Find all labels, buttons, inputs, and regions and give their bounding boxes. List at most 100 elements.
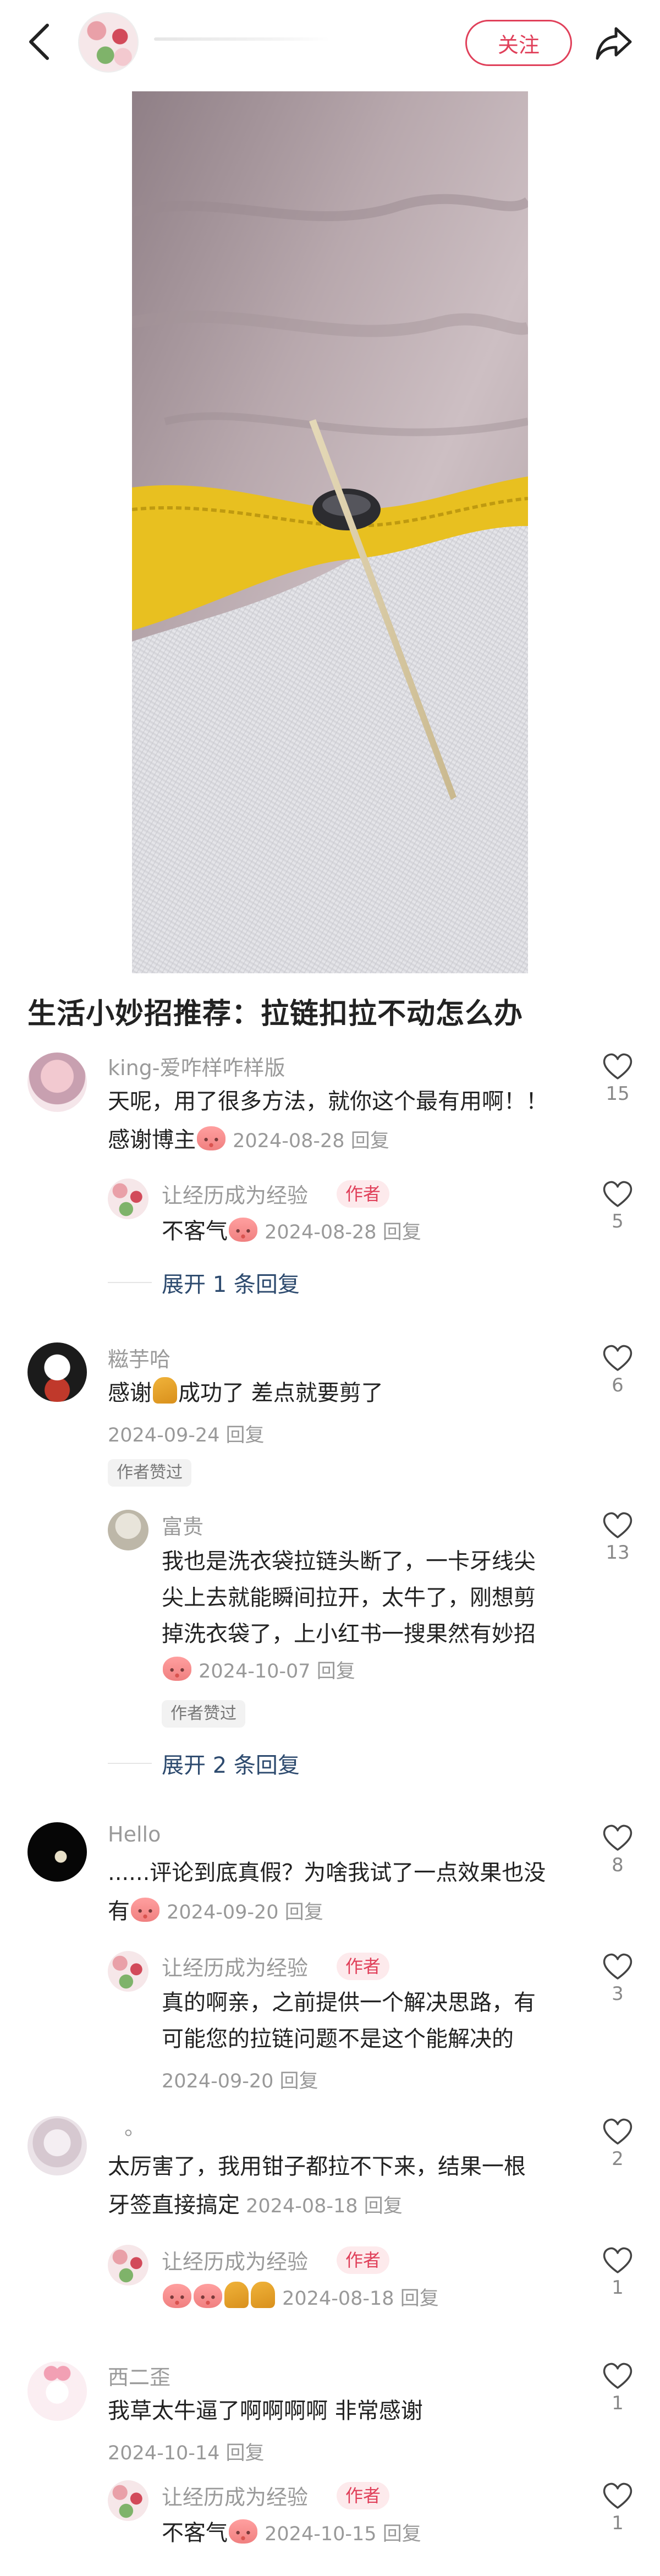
- reply-link[interactable]: 回复: [317, 1660, 355, 1682]
- author-liked-badge: 作者赞过: [162, 1700, 245, 1728]
- heart-icon: [603, 2363, 632, 2389]
- like-button[interactable]: 1: [596, 2481, 640, 2534]
- reply-date: 2024-10-15: [265, 2523, 377, 2545]
- author-avatar[interactable]: [78, 12, 139, 73]
- reply-link[interactable]: 回复: [280, 2070, 318, 2092]
- like-button[interactable]: 6: [596, 1344, 640, 1396]
- smiling-face-icon: [163, 2284, 191, 2308]
- reply-text: 尖上去就能瞬间拉开，太牛了，刚想剪: [162, 1585, 536, 1610]
- reply-link[interactable]: 回复: [226, 2442, 265, 2464]
- comment-date: 2024-09-20: [167, 1901, 279, 1923]
- chevron-left-icon: [29, 24, 49, 60]
- commenter-avatar[interactable]: [28, 2361, 87, 2421]
- author-reply-avatar[interactable]: [108, 1179, 148, 1219]
- expand-replies-button[interactable]: 展开 1 条回复: [162, 1267, 300, 1298]
- commenter-avatar[interactable]: [28, 1053, 87, 1112]
- author-badge: 作者: [337, 1953, 390, 1980]
- heart-icon: [603, 1824, 632, 1851]
- comment-text-line: 有 2024-09-20 回复: [108, 1898, 323, 1924]
- like-count: 1: [612, 2277, 624, 2299]
- comment-text: 太厉害了，我用钳子都拉不下来，结果一根: [108, 2154, 526, 2179]
- comment-meta: 2024-10-14 回复: [108, 2437, 265, 2465]
- like-count: 15: [606, 1083, 630, 1105]
- back-button[interactable]: [23, 21, 56, 63]
- reply-text-line: 2024-08-18 回复: [162, 2280, 439, 2316]
- comment-text-line: 感谢博主 2024-08-28 回复: [108, 1126, 389, 1153]
- share-button[interactable]: [593, 22, 635, 64]
- author-reply-avatar[interactable]: [108, 2245, 148, 2285]
- comment-text: 我草太牛逼了啊啊啊啊 非常感谢: [108, 2398, 423, 2424]
- reply-user-name[interactable]: 让经历成为经验: [162, 2480, 308, 2511]
- heart-icon: [603, 1345, 632, 1371]
- reply-text: 真的啊亲，之前提供一个解决思路，有: [162, 1990, 536, 2015]
- comment-text-line: 牙签直接搞定 2024-08-18 回复: [108, 2193, 403, 2218]
- commenter-name[interactable]: 。: [124, 2111, 145, 2141]
- reply-user-name[interactable]: 富贵: [162, 1510, 204, 1540]
- like-count: 2: [612, 2148, 624, 2170]
- like-button[interactable]: 15: [596, 1052, 640, 1105]
- reply-meta-line: 2024-10-07 回复: [162, 1653, 355, 1689]
- author-liked-badge: 作者赞过: [108, 1459, 191, 1487]
- post-title: 生活小妙招推荐：拉链扣拉不动怎么办: [28, 997, 524, 1031]
- follow-button[interactable]: 关注: [465, 20, 572, 66]
- heart-icon: [603, 2247, 632, 2273]
- heart-icon: [603, 1181, 632, 1207]
- commenter-avatar[interactable]: [28, 1342, 87, 1402]
- reply-link[interactable]: 回复: [351, 1130, 389, 1152]
- heart-icon: [603, 2118, 632, 2145]
- like-button[interactable]: 2: [596, 2117, 640, 2170]
- author-badge: 作者: [337, 2482, 390, 2509]
- reply-link[interactable]: 回复: [285, 1901, 323, 1923]
- comment-date: 2024-08-28: [233, 1130, 345, 1152]
- reply-user-name[interactable]: 让经历成为经验: [162, 2245, 308, 2275]
- like-button[interactable]: 1: [596, 2246, 640, 2299]
- reply-text-line: 不客气 2024-10-15 回复: [162, 2519, 421, 2546]
- comment-text: ......评论到底真假？为啥我试了一点效果也没: [108, 1860, 546, 1886]
- reply-user-name[interactable]: 让经历成为经验: [162, 1951, 308, 1981]
- reply-date: 2024-09-20: [162, 2070, 274, 2092]
- like-count: 3: [612, 1983, 624, 2005]
- smiling-face-icon: [194, 2284, 222, 2308]
- commenter-avatar[interactable]: [28, 1822, 87, 1882]
- comment-date: 2024-09-24: [108, 1424, 220, 1446]
- commenter-avatar[interactable]: [28, 2116, 87, 2175]
- commenter-name[interactable]: king-爱咋样咋样版: [108, 1051, 285, 1081]
- reply-link[interactable]: 回复: [400, 2288, 439, 2310]
- like-button[interactable]: 8: [596, 1823, 640, 1876]
- smiling-face-icon: [163, 1657, 191, 1681]
- commenter-name[interactable]: Hello: [108, 1822, 161, 1846]
- commenter-name[interactable]: 糍芋哈: [108, 1342, 170, 1373]
- author-reply-avatar[interactable]: [108, 1951, 148, 1992]
- reply-link[interactable]: 回复: [226, 1424, 265, 1446]
- reply-date: 2024-08-28: [265, 1221, 377, 1243]
- reply-text: 我也是洗衣袋拉链头断了，一卡牙线尖: [162, 1549, 536, 1574]
- reply-link[interactable]: 回复: [364, 2195, 403, 2217]
- reply-date: 2024-08-18: [282, 2288, 394, 2310]
- reply-link[interactable]: 回复: [383, 2523, 421, 2545]
- smiling-face-icon: [131, 1898, 160, 1922]
- post-image[interactable]: [132, 91, 528, 973]
- reply-meta: 2024-09-20 回复: [162, 2065, 318, 2093]
- heart-icon: [603, 2482, 632, 2509]
- reply-user-name[interactable]: 让经历成为经验: [162, 1179, 308, 1209]
- divider: [108, 1763, 152, 1764]
- comment-meta: 2024-09-24 回复: [108, 1419, 265, 1448]
- commenter-name[interactable]: 西二歪: [108, 2360, 170, 2391]
- like-count: 13: [606, 1542, 630, 1564]
- reply-link[interactable]: 回复: [383, 1221, 421, 1243]
- author-name-placeholder: [154, 37, 330, 41]
- author-badge: 作者: [337, 1180, 390, 1208]
- folded-hands-icon: [224, 2282, 249, 2308]
- expand-replies-button[interactable]: 展开 2 条回复: [162, 1747, 300, 1779]
- smiling-face-icon: [229, 2519, 257, 2544]
- author-reply-avatar[interactable]: [108, 2480, 148, 2521]
- like-button[interactable]: 3: [596, 1952, 640, 2005]
- like-button[interactable]: 5: [596, 1180, 640, 1232]
- heart-icon: [603, 1512, 632, 1538]
- reply-date: 2024-10-07: [199, 1660, 311, 1682]
- reply-avatar[interactable]: [108, 1510, 148, 1550]
- heart-icon: [603, 1053, 632, 1079]
- smiling-face-icon: [197, 1126, 226, 1150]
- like-button[interactable]: 13: [596, 1511, 640, 1564]
- like-button[interactable]: 1: [596, 2361, 640, 2414]
